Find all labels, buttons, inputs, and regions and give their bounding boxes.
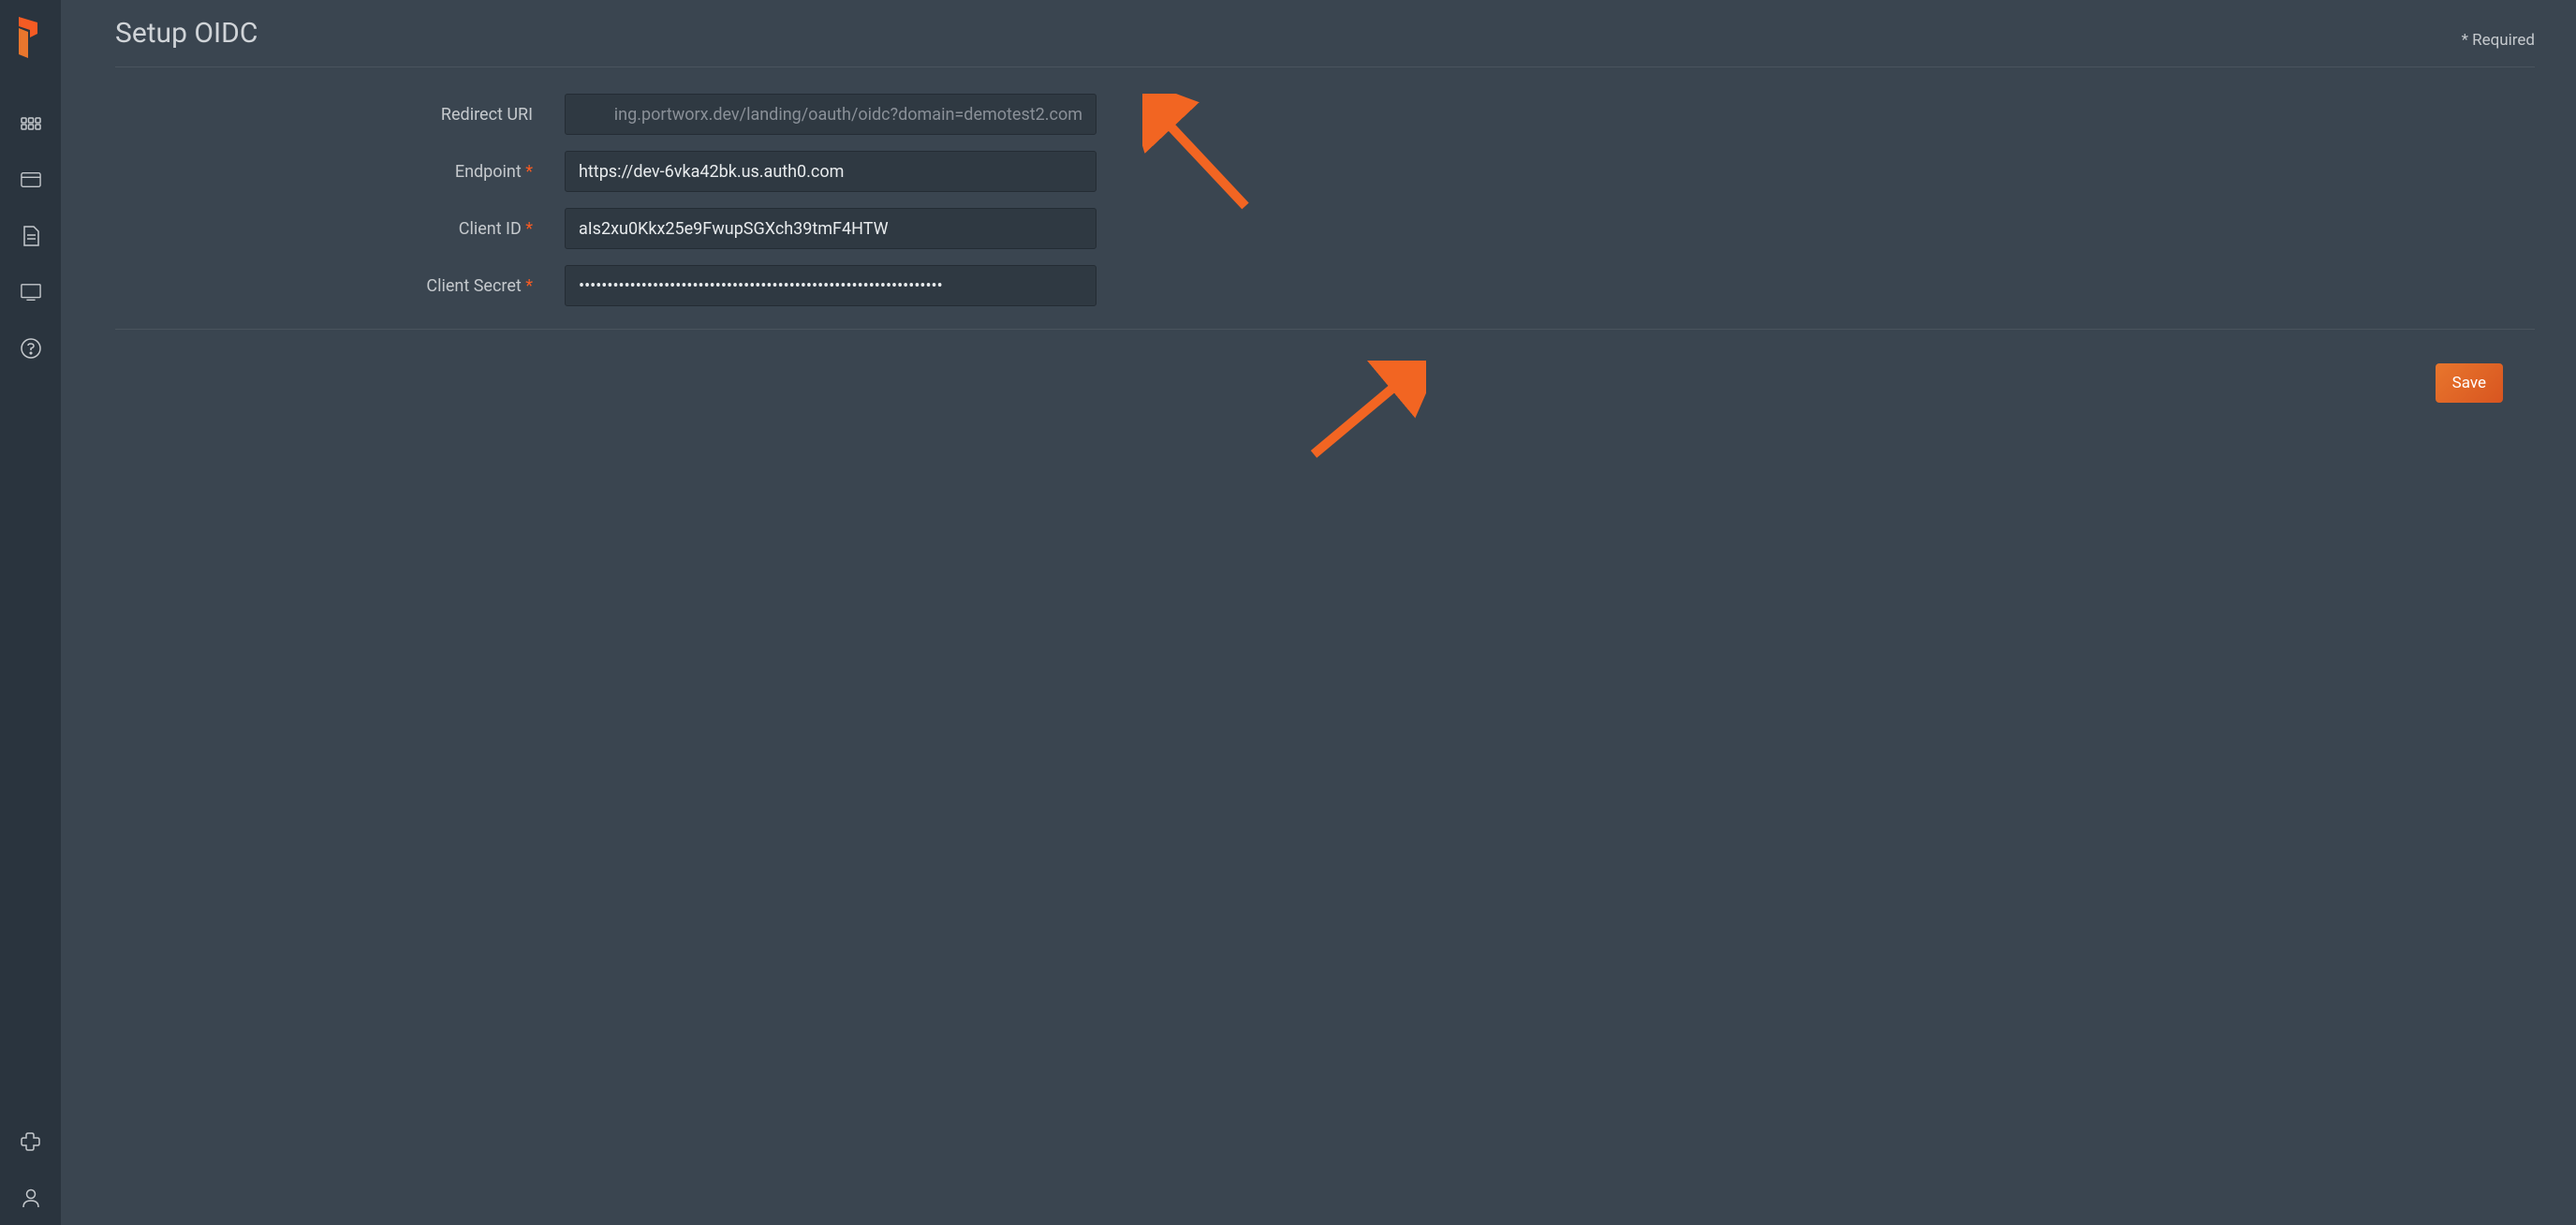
redirect-uri-input[interactable] <box>565 94 1097 135</box>
required-asterisk: * <box>525 276 533 296</box>
endpoint-label: Endpoint * <box>115 162 565 182</box>
dashboard-icon[interactable] <box>21 113 41 134</box>
oidc-form: Redirect URI Endpoint * Client ID * Clie… <box>115 67 2535 330</box>
client-id-input[interactable] <box>565 208 1097 249</box>
required-asterisk: * <box>525 162 533 182</box>
client-secret-input[interactable] <box>565 265 1097 306</box>
required-asterisk: * <box>525 219 533 239</box>
user-icon[interactable] <box>21 1188 41 1208</box>
client-id-row: Client ID * <box>115 208 2535 249</box>
monitor-icon[interactable] <box>21 282 41 303</box>
redirect-uri-row: Redirect URI <box>115 94 2535 135</box>
document-icon[interactable] <box>21 226 41 246</box>
plugin-icon[interactable] <box>21 1131 41 1152</box>
sidebar <box>0 0 61 1225</box>
nav-icons-bottom <box>21 1131 41 1208</box>
required-note: * Required <box>2462 31 2535 50</box>
main-content: Setup OIDC * Required Redirect URI Endpo… <box>61 0 2576 1225</box>
redirect-uri-label: Redirect URI <box>115 105 565 125</box>
page-title: Setup OIDC <box>115 17 258 50</box>
help-icon[interactable] <box>21 338 41 359</box>
endpoint-input[interactable] <box>565 151 1097 192</box>
endpoint-row: Endpoint * <box>115 151 2535 192</box>
client-secret-row: Client Secret * <box>115 265 2535 306</box>
client-id-label: Client ID * <box>115 219 565 239</box>
logo <box>19 17 43 62</box>
billing-icon[interactable] <box>21 170 41 190</box>
save-button[interactable]: Save <box>2436 363 2503 403</box>
button-row: Save <box>115 330 2535 403</box>
page-header: Setup OIDC * Required <box>115 17 2535 67</box>
nav-icons-top <box>21 113 41 359</box>
client-secret-label: Client Secret * <box>115 276 565 296</box>
